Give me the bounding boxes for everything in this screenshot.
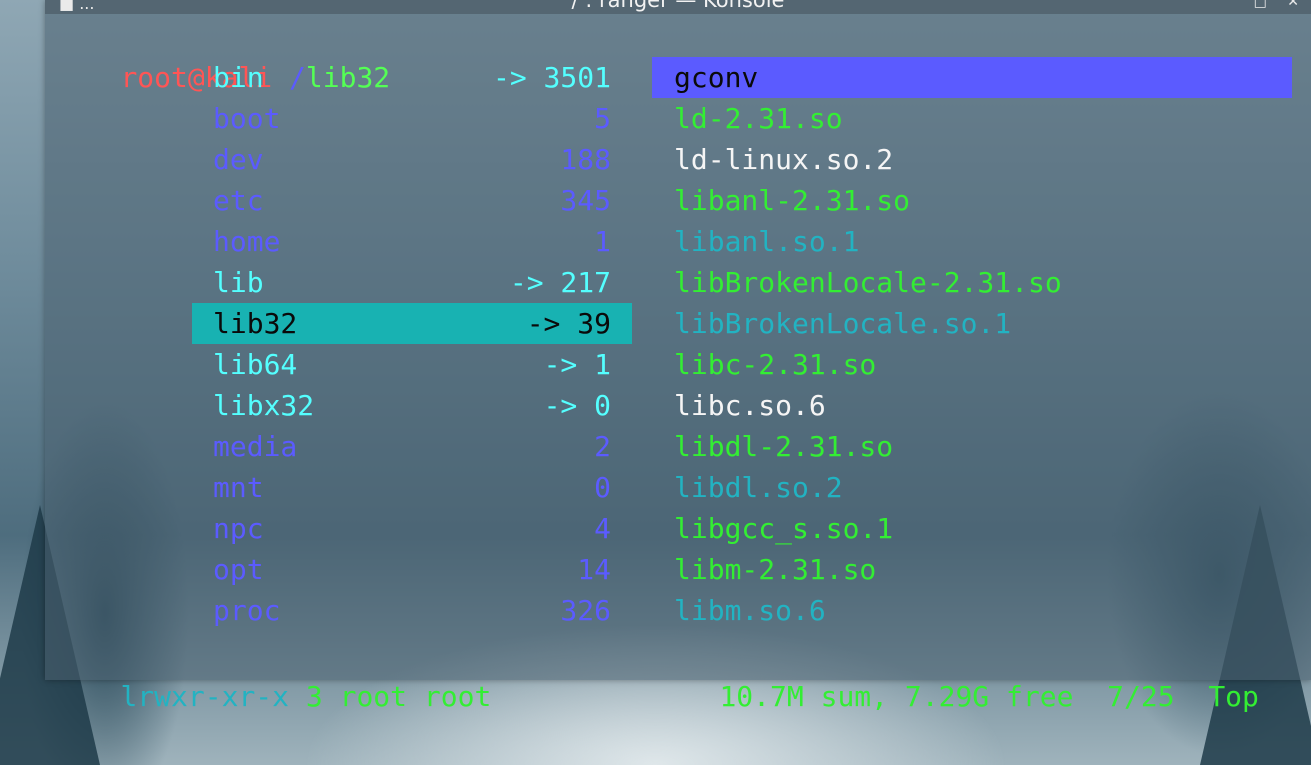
entry-info: 5 [594, 102, 611, 135]
file-entry-row[interactable]: libm-2.31.so [652, 549, 1292, 590]
entry-name: dev [213, 143, 264, 176]
entry-name: libc.so.6 [674, 389, 826, 422]
entry-name: lib32 [213, 307, 298, 340]
entry-name: libanl-2.31.so [674, 184, 911, 217]
entry-name: lib64 [213, 348, 298, 381]
entry-name: boot [213, 102, 281, 135]
entry-info: -> 1 [543, 348, 611, 381]
window-controls-icon[interactable]: □ ✕ [1254, 0, 1307, 16]
parent-entry-row[interactable]: opt 14 [192, 549, 632, 590]
entry-name: libanl.so.1 [674, 225, 860, 258]
entry-info: 345 [560, 184, 611, 217]
entry-name: home [213, 225, 281, 258]
parent-entry-row[interactable]: etc 345 [192, 180, 632, 221]
entry-info: -> 0 [543, 389, 611, 422]
ranger-path-header: root@kali /lib32 [53, 16, 390, 94]
entry-info: 0 [594, 471, 611, 504]
entry-name: libc-2.31.so [674, 348, 877, 381]
entry-info: -> 3501 [492, 61, 611, 94]
current-directory-column: gconv ld-2.31.so ld-linux.so.2 libanl-2.31.… [652, 57, 1292, 631]
parent-entry-row[interactable]: lib64 -> 1 [192, 344, 632, 385]
file-entry-row[interactable]: libBrokenLocale.so.1 [652, 303, 1292, 344]
file-entry-row[interactable]: libBrokenLocale-2.31.so [652, 262, 1292, 303]
file-entry-row[interactable]: ld-2.31.so [652, 98, 1292, 139]
entry-info: 14 [577, 553, 611, 586]
file-entry-row[interactable]: gconv [652, 57, 1292, 98]
file-entry-row[interactable]: libdl-2.31.so [652, 426, 1292, 467]
status-position: 7/25 [1107, 680, 1175, 713]
entry-name: opt [213, 553, 264, 586]
file-entry-row[interactable]: libanl-2.31.so [652, 180, 1292, 221]
file-entry-row[interactable]: ld-linux.so.2 [652, 139, 1292, 180]
parent-entry-row[interactable]: npc 4 [192, 508, 632, 549]
file-entry-row[interactable]: libm.so.6 [652, 590, 1292, 631]
entry-info: 2 [594, 430, 611, 463]
konsole-window: ■ ... / : ranger — Konsole □ ✕ root@kali… [45, 0, 1311, 713]
entry-info: 326 [560, 594, 611, 627]
entry-info: 1 [594, 225, 611, 258]
file-entry-row[interactable]: libc-2.31.so [652, 344, 1292, 385]
entry-name: libm.so.6 [674, 594, 826, 627]
entry-name: bin [213, 61, 264, 94]
entry-name: libm-2.31.so [674, 553, 877, 586]
parent-entry-row[interactable]: proc 326 [192, 590, 632, 631]
entry-name: ld-linux.so.2 [674, 143, 894, 176]
entry-name: proc [213, 594, 281, 627]
entry-name: libBrokenLocale-2.31.so [674, 266, 1062, 299]
entry-name: libBrokenLocale.so.1 [674, 307, 1012, 340]
entry-name: etc [213, 184, 264, 217]
entry-name: libdl.so.2 [674, 471, 843, 504]
parent-entry-row[interactable]: libx32 -> 0 [192, 385, 632, 426]
entry-name: lib [213, 266, 264, 299]
entry-name: libx32 [213, 389, 315, 422]
status-links-owner: 3 root root [305, 680, 492, 713]
entry-name: npc [213, 512, 264, 545]
entry-name: libgcc_s.so.1 [674, 512, 894, 545]
entry-info: 4 [594, 512, 611, 545]
parent-entry-row[interactable]: boot 5 [192, 98, 632, 139]
parent-directory-column: bin -> 3501 boot 5 dev 188 etc 345 home 1 lib -> 21… [192, 57, 632, 631]
file-entry-row[interactable]: libc.so.6 [652, 385, 1292, 426]
entry-name: ld-2.31.so [674, 102, 843, 135]
parent-entry-row[interactable]: home 1 [192, 221, 632, 262]
parent-entry-row[interactable]: mnt 0 [192, 467, 632, 508]
status-bar-right: 10.7M sum, 7.29G free 7/25 Top [652, 635, 1258, 713]
window-title: / : ranger — Konsole [571, 0, 785, 12]
status-scroll: Top [1208, 680, 1259, 713]
file-entry-row[interactable]: libanl.so.1 [652, 221, 1292, 262]
parent-entry-row[interactable]: dev 188 [192, 139, 632, 180]
parent-entry-row[interactable]: lib32 -> 39 [192, 303, 632, 344]
entry-info: -> 39 [526, 307, 611, 340]
status-summary: 10.7M sum, 7.29G free [719, 680, 1074, 713]
file-entry-row[interactable]: libgcc_s.so.1 [652, 508, 1292, 549]
parent-entry-row[interactable]: bin -> 3501 [192, 57, 632, 98]
status-permissions: lrwxr-xr-x [120, 680, 290, 713]
file-entry-row[interactable]: libdl.so.2 [652, 467, 1292, 508]
window-titlebar[interactable]: ■ ... / : ranger — Konsole □ ✕ [45, 0, 1311, 14]
parent-entry-row[interactable]: media 2 [192, 426, 632, 467]
parent-entry-row[interactable]: lib -> 217 [192, 262, 632, 303]
entry-name: gconv [674, 61, 759, 94]
entry-info: -> 217 [509, 266, 611, 299]
entry-name: mnt [213, 471, 264, 504]
entry-name: libdl-2.31.so [674, 430, 894, 463]
entry-name: media [213, 430, 298, 463]
entry-info: 188 [560, 143, 611, 176]
